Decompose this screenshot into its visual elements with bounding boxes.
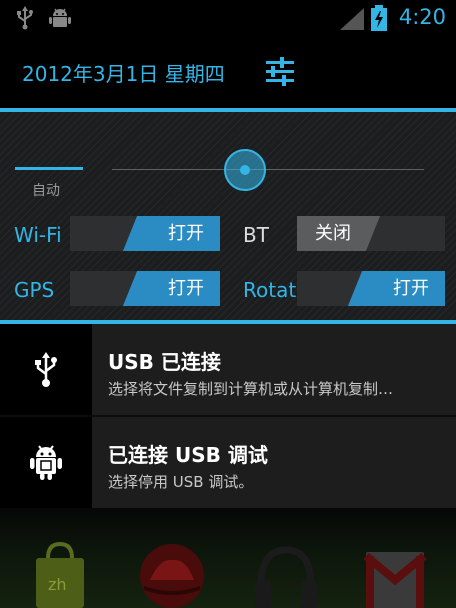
notification-icon-box [0,417,92,508]
notification-header: 2012年3月1日 星期四 [0,38,456,108]
gmail-icon [362,542,428,608]
signal-icon [340,8,364,34]
bt-switch-thumb: 关闭 [297,216,361,251]
notification-text: 选择停用 USB 调试。 [108,473,254,491]
usb-icon [33,352,59,392]
bt-switch-state: 关闭 [315,223,351,244]
brightness-slider-thumb[interactable] [224,149,267,191]
status-bar[interactable]: 4:20 [0,0,456,38]
redhat-icon [140,540,204,608]
notification-title: 已连接 USB 调试 [108,443,268,467]
gps-switch-state: 打开 [168,278,204,299]
notification-usb-debugging[interactable]: 已连接 USB 调试 选择停用 USB 调试。 [0,417,456,508]
wifi-switch-state: 打开 [168,223,204,244]
usb-icon [14,6,36,34]
notification-usb-connected[interactable]: USB 已连接 选择将文件复制到计算机或从计算机复制… [0,324,456,415]
auto-brightness-toggle[interactable] [15,167,83,170]
clock: 4:20 [398,5,446,29]
headphones-icon [253,542,319,608]
wifi-label: Wi-Fi [14,223,62,247]
rotate-switch-state: 打开 [393,278,429,299]
date-label: 2012年3月1日 星期四 [22,62,225,86]
wifi-switch[interactable]: 打开 [70,216,220,251]
wifi-switch-thumb: 打开 [144,216,220,251]
gps-switch[interactable]: 打开 [70,271,220,306]
gps-label: GPS [14,278,55,302]
rotate-switch-thumb: 打开 [369,271,445,306]
android-debug-icon [48,6,72,34]
notification-text: 选择将文件复制到计算机或从计算机复制… [108,380,394,398]
auto-brightness-label: 自动 [32,183,60,199]
notification-title: USB 已连接 [108,350,221,374]
battery-charging-icon [370,5,388,35]
svg-text:zh: zh [48,575,67,594]
quick-settings-panel: 自动 Wi-Fi 打开 BT 关闭 GPS 打开 Rotate 打开 [0,112,456,320]
bt-label: BT [243,223,269,247]
brightness-slider[interactable] [112,169,424,170]
notification-icon-box [0,324,92,415]
gps-switch-thumb: 打开 [144,271,220,306]
rotate-switch[interactable]: 打开 [297,271,445,306]
settings-sliders-icon[interactable] [262,55,298,89]
shopping-bag-icon: zh [30,538,90,608]
bt-switch[interactable]: 关闭 [297,216,445,251]
homescreen-wallpaper: zh [0,508,456,608]
android-debug-icon [29,443,63,485]
